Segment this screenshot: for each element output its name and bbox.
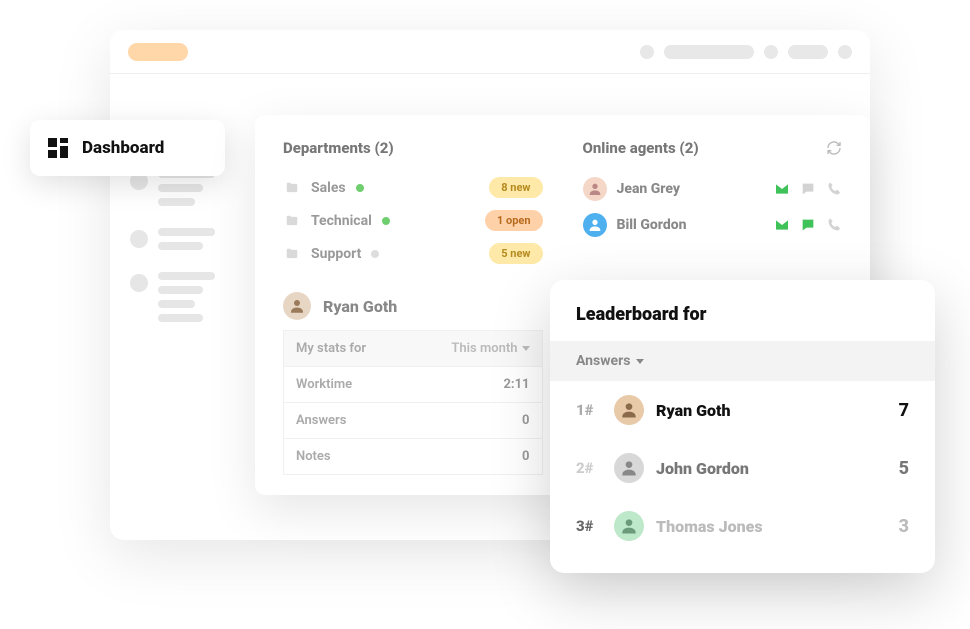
nav-tab-dashboard[interactable]: Dashboard — [30, 120, 225, 176]
department-row[interactable]: Technical 1 open — [283, 204, 543, 237]
person-icon — [288, 297, 306, 315]
call-icon[interactable] — [826, 181, 842, 197]
agent-name: Bill Gordon — [617, 217, 687, 233]
department-name: Sales — [311, 180, 346, 196]
stats-label: Worktime — [296, 377, 352, 392]
browser-chrome — [110, 30, 870, 74]
folder-icon — [283, 181, 301, 195]
avatar — [614, 453, 644, 483]
agent-name: Jean Grey — [617, 181, 681, 197]
person-icon — [587, 217, 603, 233]
leaderboard-score: 3 — [899, 516, 909, 537]
leaderboard-card: Leaderboard for Answers 1# Ryan Goth 7 2… — [550, 280, 935, 573]
departments-title-text: Departments (2) — [283, 139, 394, 157]
nav-tab-label: Dashboard — [82, 138, 164, 158]
agents-title: Online agents (2) — [583, 139, 843, 157]
chat-icon[interactable] — [800, 181, 816, 197]
status-dot-icon — [371, 250, 379, 258]
stats-period-value: This month — [451, 341, 517, 356]
chrome-dot — [838, 45, 852, 59]
call-icon[interactable] — [826, 217, 842, 233]
department-badge: 8 new — [489, 177, 542, 198]
department-badge: 5 new — [489, 243, 542, 264]
stats-value: 2:11 — [503, 377, 529, 392]
stats-value: 0 — [522, 413, 529, 428]
leaderboard-rank: 1# — [576, 401, 602, 419]
mail-icon[interactable] — [774, 181, 790, 197]
department-row[interactable]: Sales 8 new — [283, 171, 543, 204]
person-icon — [587, 181, 603, 197]
chrome-dot — [640, 45, 654, 59]
stats-row: Notes 0 — [284, 439, 542, 474]
agent-row[interactable]: Jean Grey — [583, 171, 843, 207]
department-badge: 1 open — [485, 210, 543, 231]
stats-period-select[interactable]: This month — [451, 341, 529, 356]
stats-header-label: My stats for — [296, 341, 366, 356]
avatar — [283, 292, 311, 320]
stats-header: My stats for This month — [284, 331, 542, 367]
chrome-pill — [664, 45, 754, 59]
profile-header: Ryan Goth — [283, 292, 543, 320]
stats-value: 0 — [522, 449, 529, 464]
leaderboard-title: Leaderboard for — [550, 304, 935, 341]
folder-icon — [283, 214, 301, 228]
mail-icon[interactable] — [774, 217, 790, 233]
avatar — [583, 213, 607, 237]
folder-icon — [283, 247, 301, 261]
sidebar-skeleton — [130, 170, 240, 322]
leaderboard-rank: 2# — [576, 459, 602, 477]
stats-row: Worktime 2:11 — [284, 367, 542, 403]
agents-title-text: Online agents (2) — [583, 139, 699, 157]
person-icon — [619, 400, 639, 420]
department-row[interactable]: Support 5 new — [283, 237, 543, 270]
stats-label: Answers — [296, 413, 346, 428]
leaderboard-row: 1# Ryan Goth 7 — [550, 381, 935, 439]
leaderboard-score: 5 — [899, 458, 909, 479]
avatar — [614, 395, 644, 425]
chevron-down-icon — [522, 346, 530, 351]
chrome-dot — [764, 45, 778, 59]
avatar — [614, 511, 644, 541]
chevron-down-icon — [636, 359, 644, 364]
leaderboard-row: 2# John Gordon 5 — [550, 439, 935, 497]
avatar — [583, 177, 607, 201]
department-name: Technical — [311, 213, 372, 229]
stats-table: My stats for This month Worktime 2:11 An… — [283, 330, 543, 475]
brand-pill — [128, 43, 188, 61]
stats-label: Notes — [296, 449, 331, 464]
leaderboard-score: 7 — [899, 400, 909, 421]
stats-row: Answers 0 — [284, 403, 542, 439]
profile-name: Ryan Goth — [323, 297, 397, 316]
leaderboard-name: John Gordon — [656, 459, 749, 478]
chat-icon[interactable] — [800, 217, 816, 233]
dashboard-icon — [48, 138, 68, 158]
leaderboard-name: Ryan Goth — [656, 401, 731, 420]
departments-column: Departments (2) Sales 8 new Technical 1 … — [283, 139, 543, 471]
leaderboard-rank: 3# — [576, 517, 602, 535]
leaderboard-name: Thomas Jones — [656, 517, 763, 536]
person-icon — [619, 516, 639, 536]
person-icon — [619, 458, 639, 478]
department-name: Support — [311, 246, 361, 262]
leaderboard-metric-value: Answers — [576, 353, 630, 369]
refresh-icon[interactable] — [826, 140, 842, 156]
chrome-pill — [788, 45, 828, 59]
status-dot-icon — [356, 184, 364, 192]
leaderboard-row: 3# Thomas Jones 3 — [550, 497, 935, 555]
leaderboard-metric-select[interactable]: Answers — [550, 341, 935, 381]
status-dot-icon — [382, 217, 390, 225]
agent-row[interactable]: Bill Gordon — [583, 207, 843, 243]
departments-title: Departments (2) — [283, 139, 543, 157]
